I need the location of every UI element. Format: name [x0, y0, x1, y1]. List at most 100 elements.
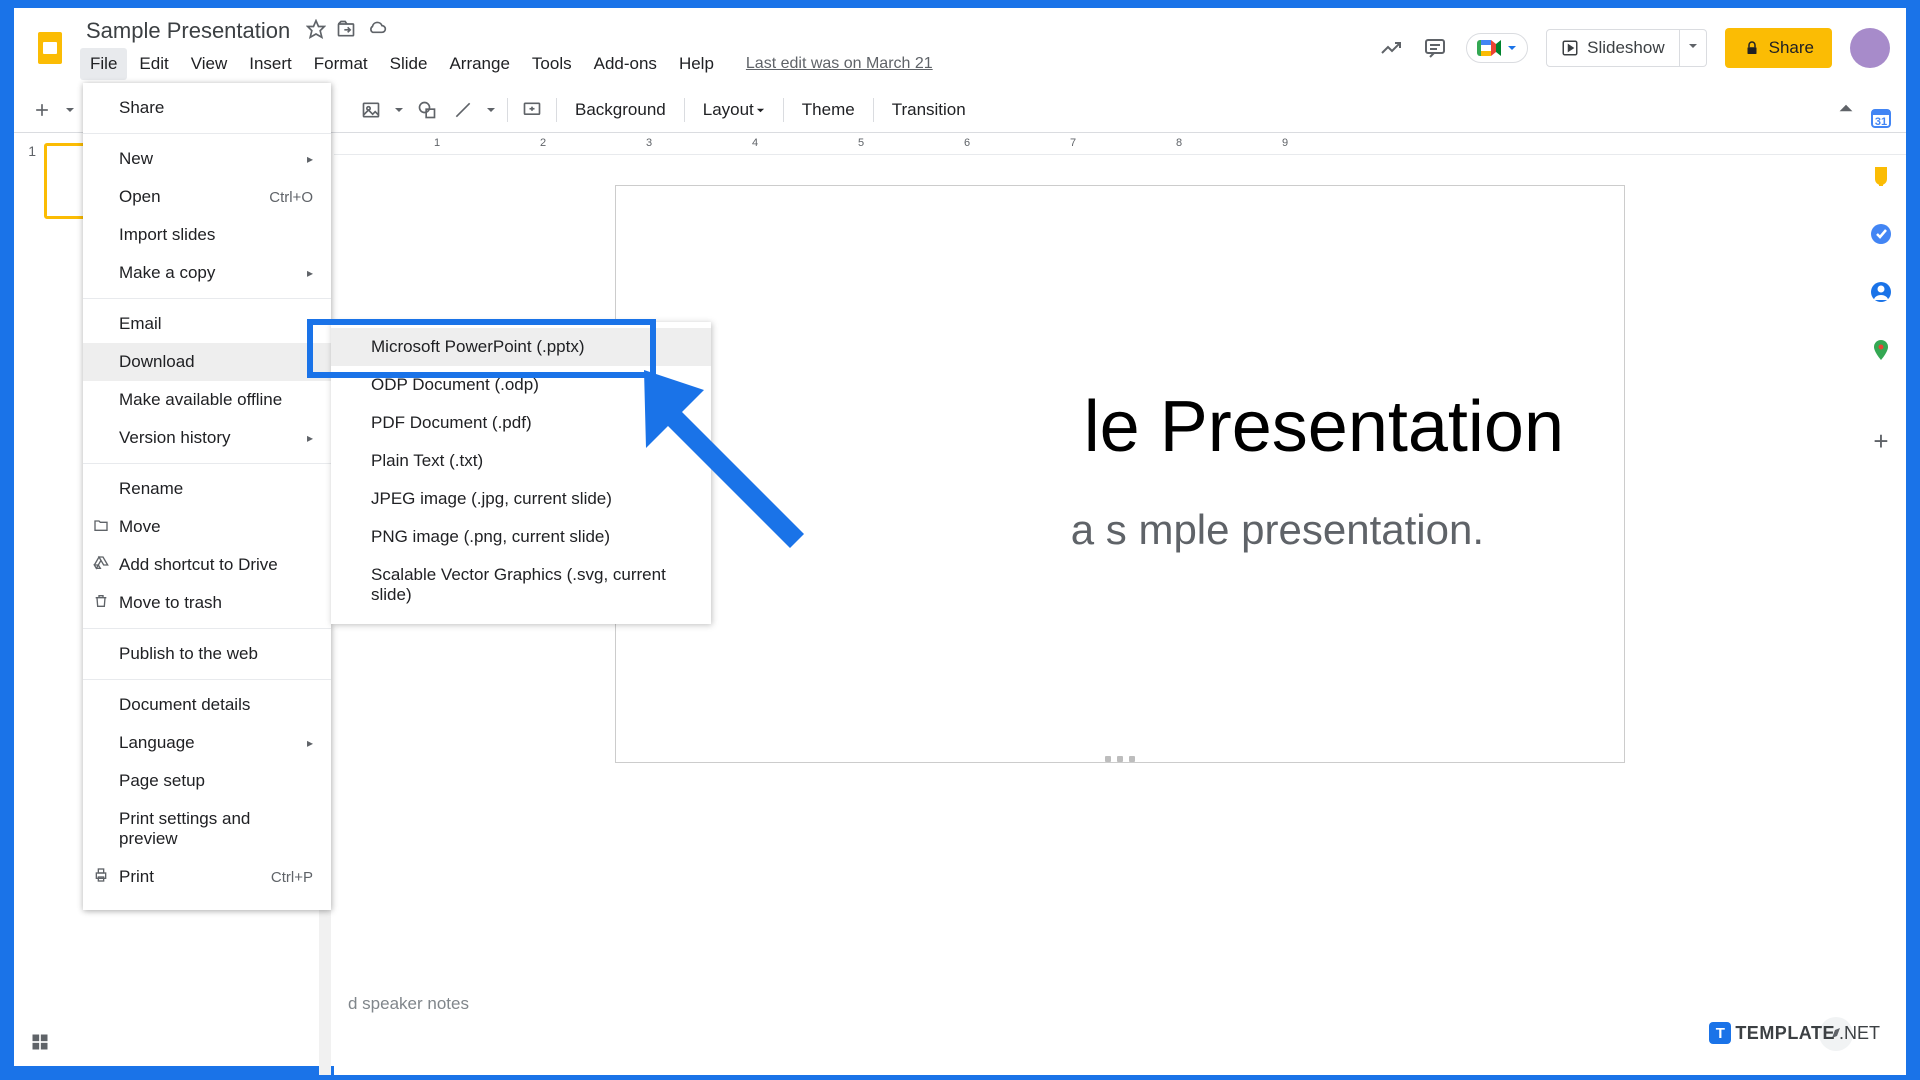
contacts-icon[interactable] [1869, 280, 1893, 304]
download-jpeg[interactable]: JPEG image (.jpg, current slide) [331, 480, 711, 518]
submenu-arrow-icon: ▸ [307, 266, 313, 280]
menu-format[interactable]: Format [304, 48, 378, 80]
menu-insert[interactable]: Insert [239, 48, 302, 80]
tasks-icon[interactable] [1869, 222, 1893, 246]
svg-text:31: 31 [1875, 116, 1887, 128]
layout-button[interactable]: Layout [693, 94, 775, 126]
download-png[interactable]: PNG image (.png, current slide) [331, 518, 711, 556]
maps-icon[interactable] [1869, 338, 1893, 362]
comments-icon[interactable] [1422, 35, 1448, 61]
new-slide-dropdown[interactable] [62, 94, 78, 126]
file-menu-move[interactable]: Move [83, 508, 331, 546]
horizontal-ruler: 1 2 3 4 5 6 7 8 9 [334, 133, 1906, 155]
ruler-mark: 9 [1282, 137, 1288, 149]
transition-button[interactable]: Transition [882, 94, 976, 126]
background-button[interactable]: Background [565, 94, 676, 126]
chevron-down-icon [1507, 43, 1517, 53]
shortcut-text: Ctrl+P [271, 869, 313, 886]
menu-addons[interactable]: Add-ons [584, 48, 667, 80]
slide-canvas[interactable]: le Presentation a s mple presentation. [615, 185, 1625, 763]
new-slide-button[interactable] [26, 94, 58, 126]
file-menu-import-slides[interactable]: Import slides [83, 216, 331, 254]
menu-bar: File Edit View Insert Format Slide Arran… [80, 46, 1378, 80]
separator [556, 98, 557, 122]
drag-handle-icon[interactable] [1105, 756, 1135, 762]
file-menu-dropdown: Share New▸ OpenCtrl+O Import slides Make… [83, 83, 331, 910]
file-menu-version-history[interactable]: Version history▸ [83, 419, 331, 457]
calendar-icon[interactable]: 31 [1869, 106, 1893, 130]
insert-image-dropdown[interactable] [391, 94, 407, 126]
activity-icon[interactable] [1378, 35, 1404, 61]
file-menu-print[interactable]: PrintCtrl+P [83, 858, 331, 896]
file-menu-share[interactable]: Share [83, 89, 331, 127]
grid-view-icon[interactable] [30, 1032, 50, 1057]
file-menu-open[interactable]: OpenCtrl+O [83, 178, 331, 216]
last-edit-link[interactable]: Last edit was on March 21 [746, 55, 933, 73]
doc-title[interactable]: Sample Presentation [80, 16, 296, 46]
account-avatar[interactable] [1850, 28, 1890, 68]
theme-button[interactable]: Theme [792, 94, 865, 126]
insert-image-button[interactable] [355, 94, 387, 126]
file-menu-offline[interactable]: Make available offline [83, 381, 331, 419]
file-menu-download[interactable]: Download▸ [83, 343, 331, 381]
move-to-folder-icon[interactable] [336, 19, 356, 44]
file-menu-shortcut[interactable]: Add shortcut to Drive [83, 546, 331, 584]
download-pdf[interactable]: PDF Document (.pdf) [331, 404, 711, 442]
download-pptx[interactable]: Microsoft PowerPoint (.pptx) [331, 328, 711, 366]
separator [684, 98, 685, 122]
meet-button[interactable] [1466, 33, 1528, 63]
menu-arrange[interactable]: Arrange [439, 48, 519, 80]
slideshow-dropdown[interactable] [1680, 29, 1707, 67]
file-menu-rename[interactable]: Rename [83, 470, 331, 508]
submenu-arrow-icon: ▸ [307, 355, 313, 369]
ruler-mark: 7 [1070, 137, 1076, 149]
star-icon[interactable] [306, 19, 326, 44]
file-menu-make-copy[interactable]: Make a copy▸ [83, 254, 331, 292]
download-odp[interactable]: ODP Document (.odp) [331, 366, 711, 404]
header-actions: Slideshow Share [1378, 28, 1890, 68]
download-svg[interactable]: Scalable Vector Graphics (.svg, current … [331, 556, 711, 614]
submenu-arrow-icon: ▸ [307, 736, 313, 750]
menu-help[interactable]: Help [669, 48, 724, 80]
insert-line-dropdown[interactable] [483, 94, 499, 126]
slideshow-label: Slideshow [1587, 38, 1665, 58]
insert-line-button[interactable] [447, 94, 479, 126]
insert-shape-button[interactable] [411, 94, 443, 126]
play-in-box-icon [1561, 39, 1579, 57]
ruler-mark: 1 [434, 137, 440, 149]
ruler-mark: 6 [964, 137, 970, 149]
file-menu-print-settings[interactable]: Print settings and preview [83, 800, 331, 858]
file-menu-language[interactable]: Language▸ [83, 724, 331, 762]
cloud-status-icon[interactable] [366, 19, 388, 44]
menu-divider [83, 679, 331, 680]
keep-icon[interactable] [1869, 164, 1893, 188]
file-menu-doc-details[interactable]: Document details [83, 686, 331, 724]
insert-comment-button[interactable] [516, 94, 548, 126]
file-menu-publish[interactable]: Publish to the web [83, 635, 331, 673]
separator [507, 98, 508, 122]
menu-divider [83, 298, 331, 299]
submenu-arrow-icon: ▸ [307, 317, 313, 331]
collapse-toolbar-icon[interactable] [1838, 100, 1854, 121]
file-menu-email[interactable]: Email▸ [83, 305, 331, 343]
slides-logo[interactable] [30, 28, 70, 68]
separator [873, 98, 874, 122]
menu-view[interactable]: View [181, 48, 238, 80]
share-button[interactable]: Share [1725, 28, 1832, 68]
add-on-plus-icon[interactable]: + [1873, 426, 1888, 457]
menu-edit[interactable]: Edit [129, 48, 178, 80]
separator [783, 98, 784, 122]
download-txt[interactable]: Plain Text (.txt) [331, 442, 711, 480]
menu-file[interactable]: File [80, 48, 127, 80]
share-label: Share [1769, 38, 1814, 58]
download-submenu: Microsoft PowerPoint (.pptx) ODP Documen… [331, 322, 711, 624]
file-menu-page-setup[interactable]: Page setup [83, 762, 331, 800]
menu-tools[interactable]: Tools [522, 48, 582, 80]
menu-divider [83, 628, 331, 629]
slideshow-button[interactable]: Slideshow [1546, 29, 1680, 67]
file-menu-new[interactable]: New▸ [83, 140, 331, 178]
menu-slide[interactable]: Slide [380, 48, 438, 80]
file-menu-trash[interactable]: Move to trash [83, 584, 331, 622]
ruler-mark: 4 [752, 137, 758, 149]
speaker-notes[interactable]: d speaker notes [348, 984, 1906, 1024]
